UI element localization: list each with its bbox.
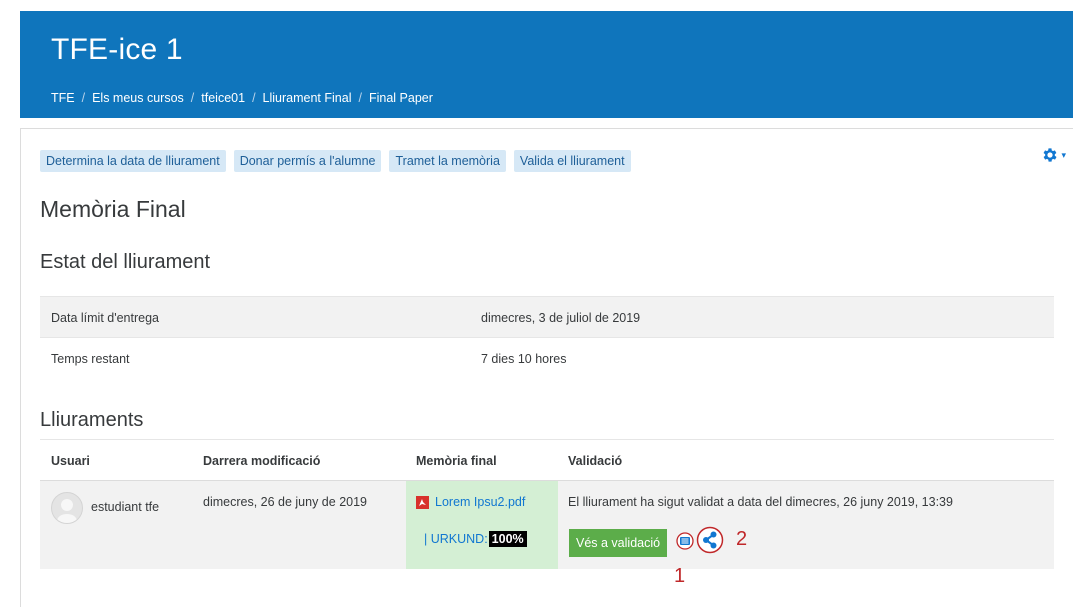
gear-icon: [1044, 148, 1057, 162]
set-deadline-button[interactable]: Determina la data de lliurament: [40, 150, 226, 172]
breadcrumb-item-final-delivery[interactable]: Lliurament Final: [263, 91, 352, 105]
breadcrumb: TFE / Els meus cursos / tfeice01 / Lliur…: [51, 91, 433, 105]
chevron-down-icon: ▾: [1061, 149, 1066, 160]
settings-menu[interactable]: ▾: [1041, 146, 1066, 164]
validate-delivery-button[interactable]: Valida el lliurament: [513, 150, 631, 172]
column-header-final-report[interactable]: Memòria final: [416, 454, 497, 468]
file-link[interactable]: Lorem Ipsu2.pdf: [416, 495, 525, 509]
file-name: Lorem Ipsu2.pdf: [435, 495, 526, 509]
user-icon: [57, 499, 77, 523]
breadcrumb-item-tfe[interactable]: TFE: [51, 91, 75, 105]
table-row: Data límit d'entrega dimecres, 3 de juli…: [40, 296, 1054, 337]
course-title: TFE-ice 1: [51, 33, 183, 66]
avatar[interactable]: [51, 492, 83, 524]
table-row: estudiant tfe dimecres, 26 de juny de 20…: [40, 480, 1054, 569]
deadline-value: dimecres, 3 de juliol de 2019: [481, 311, 641, 325]
time-remaining-value: 7 dies 10 hores: [481, 352, 567, 366]
final-report-cell: Lorem Ipsu2.pdf | URKUND: 100%: [406, 481, 558, 569]
go-to-validation-button[interactable]: Vés a validació: [569, 529, 668, 557]
grant-permission-button[interactable]: Donar permís a l'alumne: [233, 150, 382, 172]
annotation-number-1: 1: [674, 565, 686, 587]
breadcrumb-separator: /: [81, 91, 86, 105]
breadcrumb-separator: /: [252, 91, 256, 105]
breadcrumb-item-my-courses[interactable]: Els meus cursos: [92, 91, 184, 105]
status-table: Data límit d'entrega dimecres, 3 de juli…: [40, 296, 1054, 378]
deadline-label: Data límit d'entrega: [51, 311, 159, 325]
column-header-user[interactable]: Usuari: [51, 454, 90, 468]
submissions-heading: Lliuraments: [40, 409, 144, 431]
pdf-icon: [416, 495, 429, 509]
modified-date: dimecres, 26 de juny de 2019: [203, 495, 367, 509]
user-name-link[interactable]: estudiant tfe: [91, 500, 159, 514]
urkund-score-badge: 100%: [488, 531, 527, 547]
page-title: Memòria Final: [40, 196, 186, 222]
page-header: TFE-ice 1 TFE / Els meus cursos / tfeice…: [20, 11, 1073, 118]
submissions-table: Usuari Darrera modificació Memòria final…: [40, 439, 1054, 569]
annotation-number-2: 2: [736, 528, 748, 550]
submit-report-button[interactable]: Tramet la memòria: [389, 150, 506, 172]
main-content: Determina la data de lliurament Donar pe…: [20, 128, 1073, 607]
column-header-modified[interactable]: Darrera modificació: [203, 454, 320, 468]
column-header-validation[interactable]: Validació: [568, 454, 622, 468]
time-remaining-label: Temps restant: [51, 352, 130, 366]
breadcrumb-separator: /: [190, 91, 195, 105]
urkund-label: | URKUND:: [424, 532, 488, 546]
breadcrumb-item-final-paper[interactable]: Final Paper: [369, 91, 433, 105]
status-heading: Estat del lliurament: [40, 251, 211, 273]
table-header: Usuari Darrera modificació Memòria final…: [40, 439, 1054, 480]
breadcrumb-item-course[interactable]: tfeice01: [201, 91, 245, 105]
share-icon[interactable]: [696, 526, 724, 554]
action-bar: Determina la data de lliurament Donar pe…: [40, 150, 639, 172]
list-icon[interactable]: [676, 532, 694, 550]
breadcrumb-separator: /: [358, 91, 362, 105]
validation-status-text: El lliurament ha sigut validat a data de…: [568, 495, 953, 509]
table-row: Temps restant 7 dies 10 hores: [40, 337, 1054, 378]
urkund-report[interactable]: | URKUND: 100%: [424, 531, 527, 547]
